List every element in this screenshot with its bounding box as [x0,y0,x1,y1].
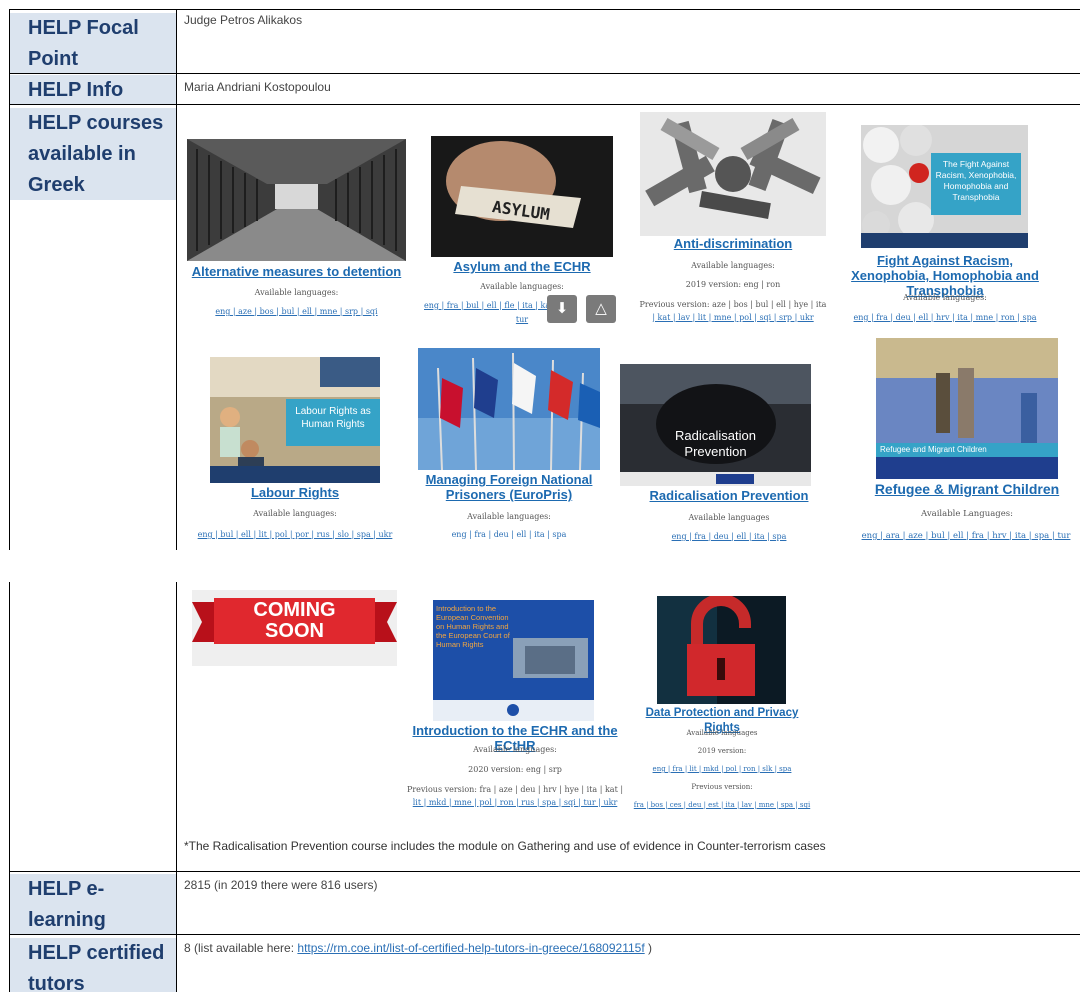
course-title-labour[interactable]: Labour Rights [200,485,390,500]
radicalisation-footnote: *The Radicalisation Prevention course in… [184,839,826,853]
users-value: 2815 (in 2019 there were 816 users) [184,878,378,892]
course-langs-label-detention: Available languages: [254,288,339,297]
course-langs-label-asylum: Available languages: [480,282,564,291]
tutors-value-prefix: 8 (list available here: [184,941,298,955]
download-icon[interactable]: ⬇ [547,295,577,323]
course-langs-radicalisation[interactable]: eng | fra | deu | ell | ita | spa [620,530,838,544]
course-langs-label-europris: Available languages: [467,512,551,521]
course-prev-langs-echr-intro-1[interactable]: Previous version: fra | aze | deu | hrv … [395,783,635,797]
course-langs-label-anti-discrimination: Available languages: [691,261,775,270]
course-title-europris[interactable]: Managing Foreign National Prisoners (Eur… [402,472,616,502]
course-title-refugee[interactable]: Refugee & Migrant Children [862,482,1072,497]
course-langs-echr-intro[interactable]: 2020 version: eng | srp [400,763,630,777]
course-langs-label-echr-intro: Available languages: [473,745,557,754]
course-prev-langs-echr-intro-2[interactable]: lit | mkd | mne | pol | ron | rus | spa … [395,796,635,810]
course-image-labour[interactable]: Labour Rights as Human Rights [210,357,380,483]
drive-icon[interactable]: △ [586,295,616,323]
course-langs-data-protection[interactable]: eng | fra | lit | mkd | pol | ron | slk … [630,762,814,776]
info-point-value: Maria Andriani Kostopoulou [184,80,331,94]
course-langs-anti-discrimination[interactable]: 2019 version: eng | ron [640,278,826,292]
course-image-echr-intro[interactable]: Introduction to the European Convention … [433,600,594,721]
tutors-header: HELP certified tutors [10,938,176,995]
course-langs-label-refugee: Available Languages: [921,509,1013,519]
course-image-text-racism: The Fight Against Racism, Xenophobia, Ho… [935,159,1017,202]
course-image-data-protection[interactable] [657,596,786,704]
course-prev-langs-data-protection[interactable]: fra | bos | ces | deu | est | ita | lav … [620,798,824,812]
course-langs-refugee[interactable]: eng | ara | aze | bul | ell | fra | hrv … [852,529,1080,543]
course-prev-langs-anti-discrimination-1[interactable]: Previous version: aze | bos | bul | ell … [630,298,836,312]
coming-soon-badge: COMING SOON [192,590,397,666]
courses-header: HELP courses available in Greek [10,108,176,200]
course-title-radicalisation[interactable]: Radicalisation Prevention [620,488,838,503]
course-image-text-echr-intro: Introduction to the European Convention … [436,604,510,649]
course-image-radicalisation[interactable]: Radicalisation Prevention [620,364,811,486]
course-image-asylum[interactable]: ASYLUM [431,136,613,257]
course-image-text-radicalisation: Radicalisation Prevention [675,428,756,459]
focal-point-value: Judge Petros Alikakos [184,13,303,27]
course-image-detention[interactable] [187,139,406,261]
course-langs-label-radicalisation: Available languages [688,513,770,522]
course-title-asylum[interactable]: Asylum and the ECHR [431,259,613,274]
course-version-data-protection: 2019 version: [697,747,747,755]
course-langs-labour[interactable]: eng | bul | ell | lit | pol | por | rus … [195,528,395,542]
course-prev-label-data-protection: Previous version: [691,783,753,791]
course-image-text-labour: Labour Rights as Human Rights [295,406,371,430]
course-langs-detention[interactable]: eng | aze | bos | bul | ell | mne | srp … [187,305,406,319]
tutors-value-suffix: ) [644,941,653,955]
course-langs-label-labour: Available languages: [253,509,337,518]
course-langs-europris[interactable]: eng | fra | deu | ell | ita | spa [402,528,616,542]
course-image-europris[interactable] [418,348,600,470]
course-langs-label-racism: Available languages: [903,293,987,302]
info-point-header: HELP Info Point [10,75,176,132]
course-title-detention[interactable]: Alternative measures to detention [187,264,406,279]
course-image-refugee[interactable]: Refugee and Migrant Children [876,338,1058,479]
tutors-value: 8 (list available here: https://rm.coe.i… [184,941,652,955]
tutors-list-link[interactable]: https://rm.coe.int/list-of-certified-hel… [297,941,644,955]
course-image-anti-discrimination[interactable] [640,112,826,236]
course-image-text-refugee: Refugee and Migrant Children [880,445,987,454]
focal-point-header: HELP Focal Point [10,13,176,73]
course-title-anti-discrimination[interactable]: Anti-discrimination [640,236,826,251]
course-prev-langs-anti-discrimination-2[interactable]: | kat | lav | lit | mne | pol | sqi | sr… [630,311,836,325]
coming-soon-text: COMING SOON [253,599,336,642]
course-image-racism[interactable]: The Fight Against Racism, Xenophobia, Ho… [861,125,1028,248]
users-header: HELP e-learning platform users [10,874,176,962]
course-langs-asylum[interactable]: eng | fra | bul | ell | fle | ita | kat … [424,299,554,313]
course-langs-label-data-protection: Available languages [686,729,758,737]
course-langs-racism[interactable]: eng | fra | deu | ell | hrv | ita | mne … [840,311,1050,325]
